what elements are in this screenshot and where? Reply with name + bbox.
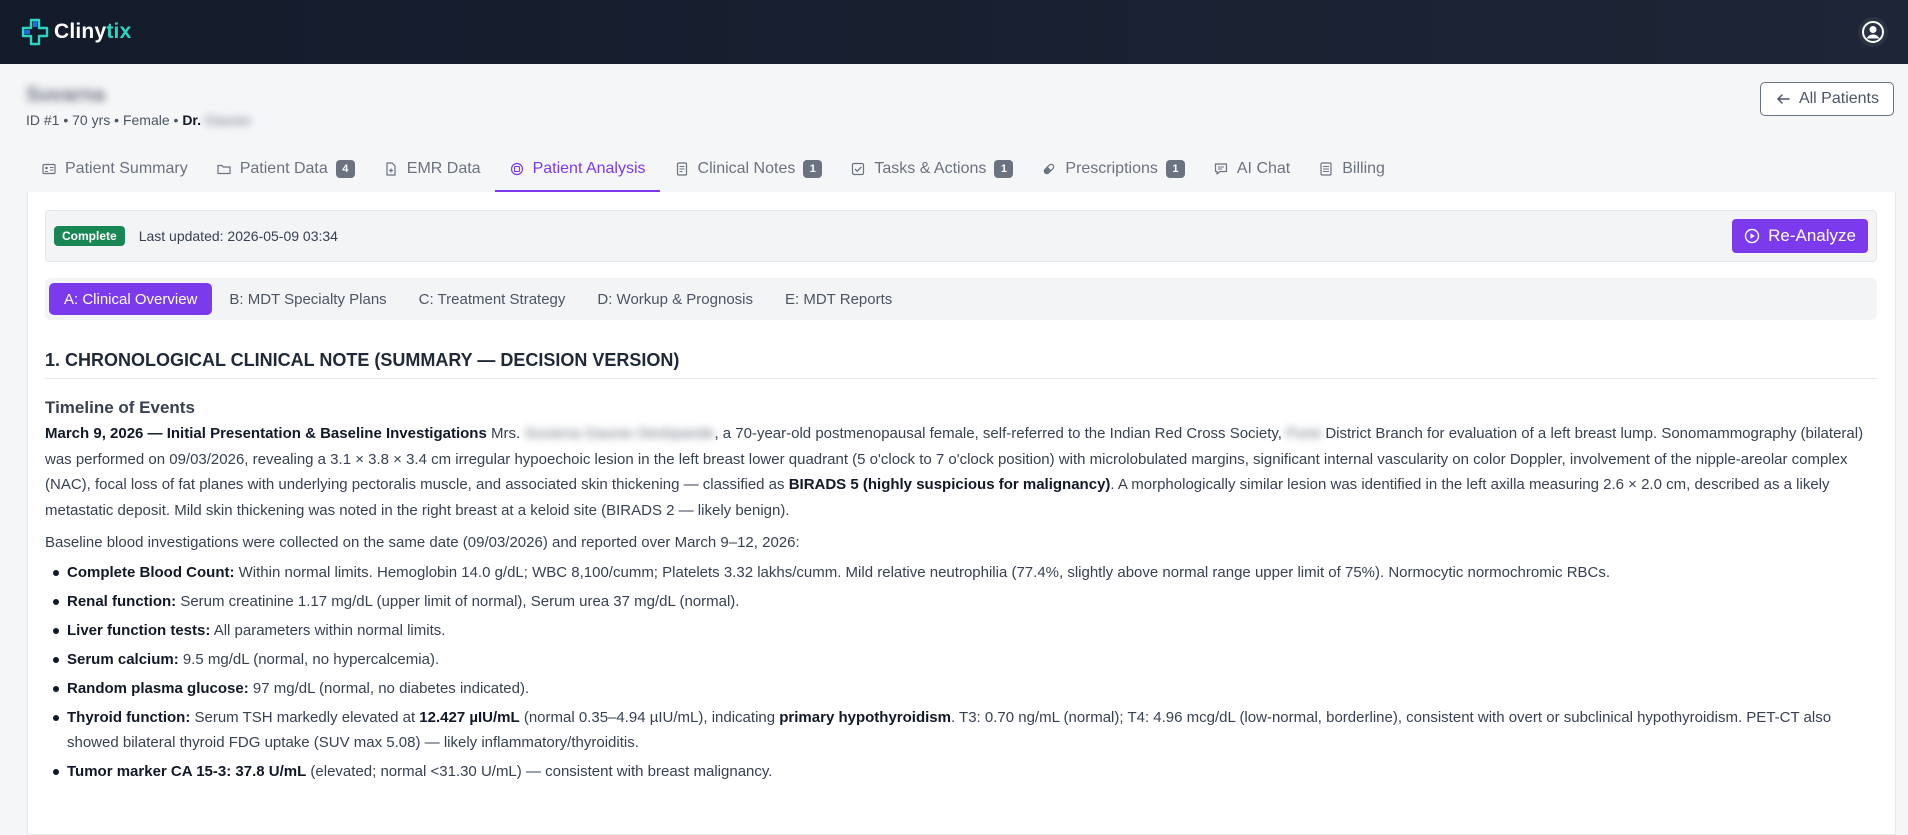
patient-tabs: Patient Summary Patient Data 4 EMR Data …: [27, 148, 1399, 192]
prescriptions-count-badge: 1: [1165, 160, 1185, 178]
status-badge: Complete: [54, 226, 125, 246]
play-circle-icon: [1744, 228, 1760, 244]
doctor-name: Gaurav: [204, 112, 251, 128]
redacted-place: Pune: [1286, 425, 1322, 442]
tab-clinical-notes[interactable]: Clinical Notes 1: [660, 148, 837, 192]
user-account-button[interactable]: [1858, 17, 1888, 47]
brand-name: Clinytix: [54, 20, 132, 43]
patient-meta: ID #1 • 70 yrs • Female • Dr. Gaurav: [26, 112, 251, 128]
subtab-treatment-strategy[interactable]: C: Treatment Strategy: [404, 283, 581, 315]
list-item: Random plasma glucose: 97 mg/dL (normal,…: [45, 676, 1877, 701]
user-circle-icon: [1862, 21, 1884, 43]
checkbox-icon: [850, 161, 866, 177]
page-body: Suvarna ID #1 • 70 yrs • Female • Dr. Ga…: [0, 64, 1908, 835]
re-analyze-button[interactable]: Re-Analyze: [1732, 219, 1868, 253]
list-item-thyroid: Thyroid function: Serum TSH markedly ele…: [45, 705, 1877, 755]
all-patients-button[interactable]: All Patients: [1759, 82, 1894, 116]
tab-tasks-actions[interactable]: Tasks & Actions 1: [836, 148, 1027, 192]
brand-logo[interactable]: Clinytix: [20, 17, 131, 47]
file-medical-icon: [383, 161, 399, 177]
subtab-workup-prognosis[interactable]: D: Workup & Prognosis: [582, 283, 768, 315]
clinical-overview-content: 1. CHRONOLOGICAL CLINICAL NOTE (SUMMARY …: [45, 332, 1877, 784]
subtab-mdt-specialty-plans[interactable]: B: MDT Specialty Plans: [214, 283, 401, 315]
billing-icon: [1318, 161, 1334, 177]
investigation-list: Complete Blood Count: Within normal limi…: [45, 560, 1877, 784]
tab-patient-data[interactable]: Patient Data 4: [202, 148, 369, 192]
clinical-notes-count-badge: 1: [803, 160, 823, 178]
patient-name: Suvarna: [26, 84, 105, 106]
list-item-tumor-marker: Tumor marker CA 15-3: 37.8 U/mL (elevate…: [45, 759, 1877, 784]
note-icon: [674, 161, 690, 177]
subtab-clinical-overview[interactable]: A: Clinical Overview: [49, 283, 213, 315]
tab-prescriptions[interactable]: Prescriptions 1: [1027, 148, 1198, 192]
analysis-panel: Complete Last updated: 2026-05-09 03:34 …: [27, 192, 1896, 835]
capsule-icon: [1041, 161, 1057, 177]
medical-cross-logo-icon: [21, 18, 49, 46]
tab-billing[interactable]: Billing: [1304, 148, 1399, 192]
list-item: Complete Blood Count: Within normal limi…: [45, 560, 1877, 585]
list-item: Renal function: Serum creatinine 1.17 mg…: [45, 589, 1877, 614]
analysis-status-bar: Complete Last updated: 2026-05-09 03:34 …: [45, 210, 1877, 262]
list-item: Serum calcium: 9.5 mg/dL (normal, no hyp…: [45, 647, 1877, 672]
tab-ai-chat[interactable]: AI Chat: [1199, 148, 1304, 192]
initial-presentation-paragraph: March 9, 2026 — Initial Presentation & B…: [45, 425, 1864, 519]
tab-emr-data[interactable]: EMR Data: [369, 148, 495, 192]
arrow-left-icon: [1777, 94, 1790, 104]
chat-icon: [1213, 161, 1229, 177]
top-navbar: Clinytix: [0, 0, 1908, 64]
redacted-patient-name: Suvarna Gaurav Deshpande: [524, 425, 715, 442]
list-item: Liver function tests: All parameters wit…: [45, 618, 1877, 643]
timeline-heading: Timeline of Events: [45, 398, 195, 417]
baseline-investigations-intro: Baseline blood investigations were colle…: [45, 534, 800, 551]
folder-icon: [216, 161, 232, 177]
cpu-icon: [509, 161, 525, 177]
tasks-count-badge: 1: [994, 160, 1014, 178]
last-updated-text: Last updated: 2026-05-09 03:34: [138, 228, 338, 244]
tab-patient-analysis[interactable]: Patient Analysis: [494, 148, 660, 192]
patient-header: Suvarna ID #1 • 70 yrs • Female • Dr. Ga…: [26, 82, 251, 128]
id-card-icon: [41, 161, 57, 177]
section-heading: 1. CHRONOLOGICAL CLINICAL NOTE (SUMMARY …: [45, 332, 1877, 379]
subtab-mdt-reports[interactable]: E: MDT Reports: [770, 283, 907, 315]
tab-patient-summary[interactable]: Patient Summary: [27, 148, 202, 192]
analysis-subtabs: A: Clinical Overview B: MDT Specialty Pl…: [45, 278, 1877, 320]
patient-data-count-badge: 4: [335, 160, 355, 178]
